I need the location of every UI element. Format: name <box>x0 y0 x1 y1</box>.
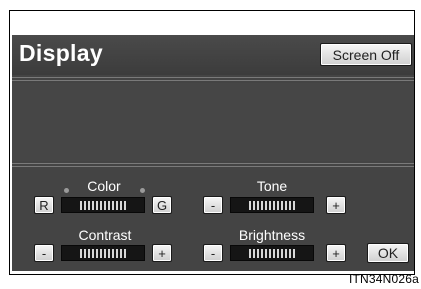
slider-tick <box>116 200 118 210</box>
slider-tick <box>273 200 275 210</box>
slider-tick <box>277 200 279 210</box>
top-divider-2 <box>12 80 414 81</box>
slider-tick <box>265 248 267 258</box>
slider-tick <box>104 248 106 258</box>
brightness-label: Brightness <box>238 227 306 243</box>
figure-caption: ITN34N026a <box>348 272 419 286</box>
slider-tick <box>281 200 283 210</box>
slider-tick <box>88 248 90 258</box>
slider-tick <box>120 248 122 258</box>
slider-tick <box>124 200 126 210</box>
brightness-plus-button[interactable]: + <box>326 244 346 262</box>
slider-tick <box>120 200 122 210</box>
brightness-slider[interactable] <box>230 245 314 261</box>
slider-tick <box>249 248 251 258</box>
slider-tick <box>273 248 275 258</box>
ok-button[interactable]: OK <box>367 243 409 263</box>
slider-tick <box>289 248 291 258</box>
slider-tick <box>80 248 82 258</box>
slider-tick <box>112 200 114 210</box>
contrast-label: Contrast <box>78 227 132 243</box>
slider-tick <box>293 200 295 210</box>
bottom-divider <box>12 163 414 164</box>
brightness-minus-button[interactable]: - <box>203 244 223 262</box>
slider-tick <box>257 248 259 258</box>
slider-tick <box>261 248 263 258</box>
color-g-button[interactable]: G <box>152 196 172 214</box>
contrast-plus-button[interactable]: + <box>152 244 172 262</box>
color-r-button[interactable]: R <box>34 196 54 214</box>
tone-minus-button[interactable]: - <box>203 196 223 214</box>
color-slider[interactable] <box>61 197 145 213</box>
slider-tick <box>293 248 295 258</box>
contrast-slider[interactable] <box>61 245 145 261</box>
slider-tick <box>116 248 118 258</box>
slider-tick <box>249 200 251 210</box>
slider-tick <box>104 200 106 210</box>
slider-tick <box>92 200 94 210</box>
contrast-minus-button[interactable]: - <box>34 244 54 262</box>
top-divider <box>12 77 414 78</box>
slider-tick <box>92 248 94 258</box>
slider-tick <box>281 248 283 258</box>
display-screen: Display Screen Off Color R G Tone - + Co… <box>12 35 414 271</box>
adjust-controls: Color R G Tone - + Contrast - + Brightne… <box>12 167 414 271</box>
color-right-indicator <box>140 188 145 193</box>
slider-tick <box>100 248 102 258</box>
slider-tick <box>285 248 287 258</box>
slider-tick <box>108 200 110 210</box>
slider-tick <box>257 200 259 210</box>
slider-tick <box>84 200 86 210</box>
slider-tick <box>112 248 114 258</box>
slider-tick <box>80 200 82 210</box>
slider-tick <box>261 200 263 210</box>
slider-tick <box>88 200 90 210</box>
slider-tick <box>108 248 110 258</box>
slider-tick <box>253 248 255 258</box>
tone-slider[interactable] <box>230 197 314 213</box>
slider-tick <box>289 200 291 210</box>
screen-off-button[interactable]: Screen Off <box>320 43 412 66</box>
slider-tick <box>96 200 98 210</box>
slider-tick <box>124 248 126 258</box>
tone-label: Tone <box>256 178 288 194</box>
slider-tick <box>265 200 267 210</box>
slider-tick <box>277 248 279 258</box>
slider-tick <box>84 248 86 258</box>
slider-tick <box>269 248 271 258</box>
screen-header: Display Screen Off <box>12 35 414 75</box>
page-title: Display <box>19 40 103 66</box>
slider-tick <box>253 200 255 210</box>
content-area <box>12 83 414 161</box>
slider-tick <box>285 200 287 210</box>
slider-tick <box>96 248 98 258</box>
slider-tick <box>100 200 102 210</box>
tone-plus-button[interactable]: + <box>326 196 346 214</box>
color-label: Color <box>87 178 121 194</box>
color-left-indicator <box>64 188 69 193</box>
slider-tick <box>269 200 271 210</box>
